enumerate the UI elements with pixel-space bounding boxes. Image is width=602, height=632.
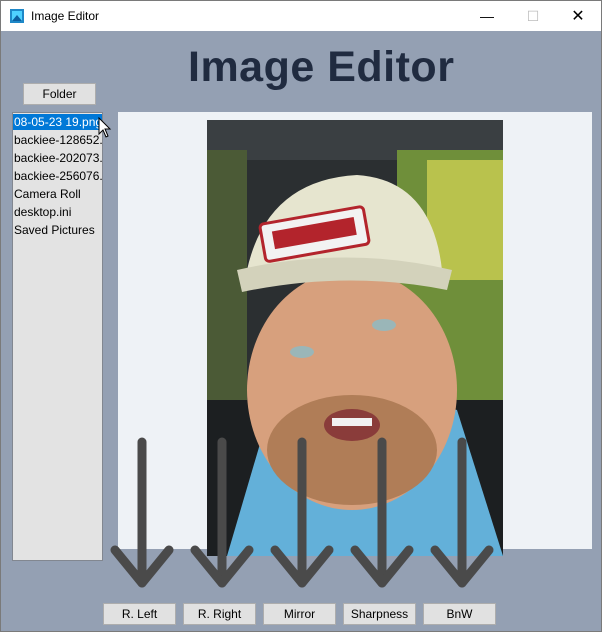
arrow-down-icon [110,437,174,588]
bnw-button[interactable]: BnW [423,603,496,625]
arrow-down-icon [430,437,494,588]
rotate-left-button[interactable]: R. Left [103,603,176,625]
arrow-down-icon [190,437,254,588]
mirror-button[interactable]: Mirror [263,603,336,625]
rotate-right-button[interactable]: R. Right [183,603,256,625]
sharpness-button[interactable]: Sharpness [343,603,416,625]
arrow-overlay [110,437,494,588]
arrow-down-icon [270,437,334,588]
app-window: Image Editor — ☐ ✕ Image Editor Folder 0… [0,0,602,632]
arrow-down-icon [350,437,414,588]
